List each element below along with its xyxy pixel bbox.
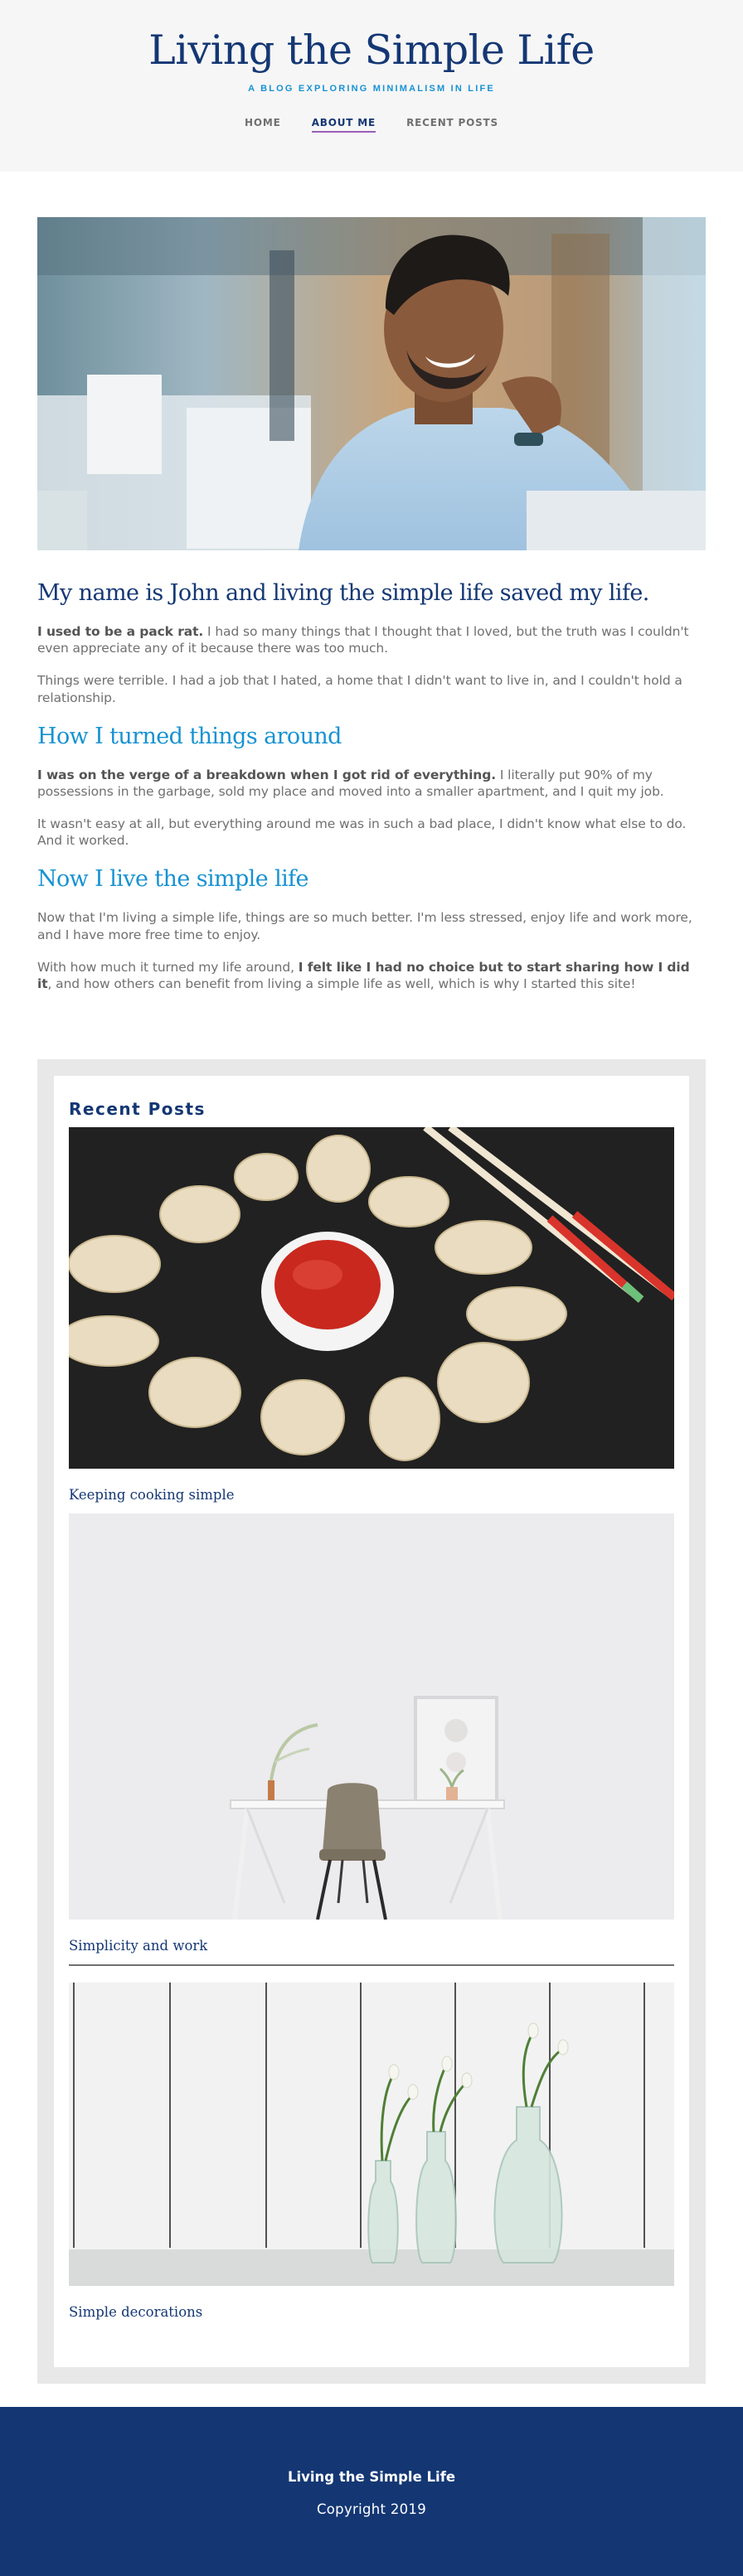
post-title-link[interactable]: Keeping cooking simple — [69, 1487, 674, 1503]
nav-link-about-me[interactable]: ABOUT ME — [311, 117, 376, 133]
site-title: Living the Simple Life — [148, 27, 595, 74]
article-title: My name is John and living the simple li… — [37, 580, 649, 606]
footer-copyright: Copyright 2019 — [316, 2501, 427, 2517]
paragraph-5: Now that I'm living a simple life, thing… — [37, 910, 692, 942]
post-divider — [69, 1964, 674, 1966]
paragraph-3: I was on the verge of a breakdown when I… — [37, 767, 706, 800]
paragraph-3-emphasis: I was on the verge of a breakdown when I… — [37, 767, 497, 782]
recent-post-cooking: Keeping cooking simple — [69, 1127, 674, 1515]
paragraph-6-text: , and how others can benefit from living… — [47, 976, 636, 991]
paragraph-1: I used to be a pack rat. I had so many t… — [37, 623, 706, 656]
post-image-desk-chair[interactable] — [69, 1513, 674, 1920]
hero-photo-smiling-man — [37, 217, 706, 550]
post-title-link[interactable]: Simple decorations — [69, 2304, 674, 2320]
post-image-vases[interactable] — [69, 1983, 674, 2286]
post-image-dumplings[interactable] — [69, 1127, 674, 1469]
footer-site-name: Living the Simple Life — [287, 2469, 456, 2485]
paragraph-6: With how much it turned my life around, … — [37, 959, 706, 992]
paragraph-4: It wasn't easy at all, but everything ar… — [37, 816, 687, 849]
sidebar: Recent Posts Keeping cooking simple Simp… — [37, 1059, 706, 2384]
site-header: Living the Simple Life A BLOG EXPLORING … — [0, 0, 743, 172]
section-heading-simple-life: Now I live the simple life — [37, 866, 309, 893]
paragraph-2: Things were terrible. I had a job that I… — [37, 673, 682, 705]
site-footer: Living the Simple Life Copyright 2019 — [0, 2407, 743, 2576]
recent-posts-widget: Recent Posts Keeping cooking simple Simp… — [54, 1076, 689, 2367]
paragraph-6-lead: With how much it turned my life around, — [37, 959, 299, 975]
recent-post-decorations: Simple decorations — [69, 1983, 674, 2320]
main-nav: HOME ABOUT ME RECENT POSTS — [0, 114, 743, 133]
section-heading-turned-around: How I turned things around — [37, 723, 342, 749]
main-article: My name is John and living the simple li… — [37, 579, 706, 1008]
paragraph-1-emphasis: I used to be a pack rat. — [37, 624, 204, 640]
widget-title: Recent Posts — [69, 1099, 206, 1119]
post-title-link[interactable]: Simplicity and work — [69, 1938, 674, 1954]
recent-post-work: Simplicity and work — [69, 1513, 674, 1966]
site-tagline: A BLOG EXPLORING MINIMALISM IN LIFE — [248, 84, 495, 94]
nav-link-recent-posts[interactable]: RECENT POSTS — [406, 117, 498, 131]
nav-link-home[interactable]: HOME — [245, 117, 281, 131]
